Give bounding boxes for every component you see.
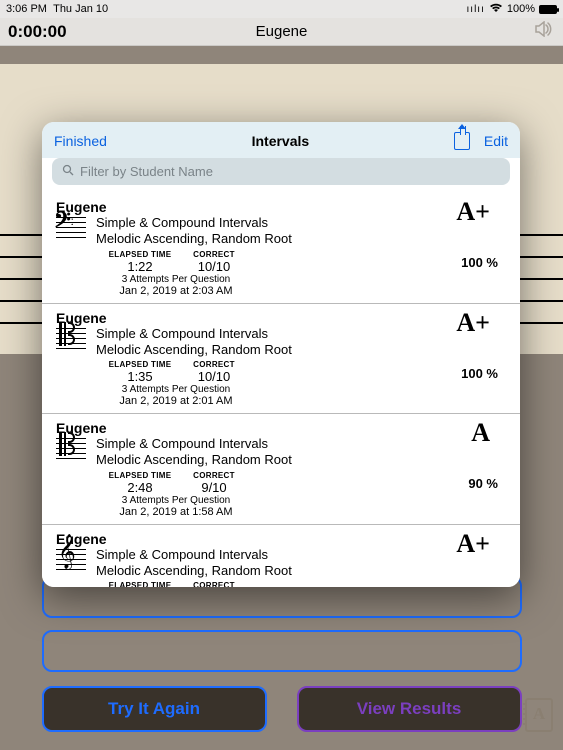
exercise-desc: Simple & Compound IntervalsMelodic Ascen…	[96, 215, 506, 248]
result-row[interactable]: EugeneASimple & Compound IntervalsMelodi…	[42, 414, 520, 525]
try-again-button[interactable]: Try It Again	[42, 686, 267, 732]
grade: A+	[456, 529, 490, 559]
percent: 100 %	[461, 587, 498, 588]
stats: ELAPSED TIMECORRECT1:2210/10	[96, 250, 506, 274]
status-date: Thu Jan 10	[53, 3, 108, 15]
search-icon	[62, 164, 74, 179]
share-icon[interactable]	[454, 132, 470, 150]
result-row[interactable]: EugeneA+Simple & Compound IntervalsMelod…	[42, 304, 520, 415]
percent: 90 %	[468, 476, 498, 491]
percent: 100 %	[461, 255, 498, 270]
attempts: 3 Attempts Per Question	[96, 495, 256, 506]
stats: ELAPSED TIMECORRECT	[96, 581, 506, 587]
result-row[interactable]: EugeneA+ 𝄞 Simple & Compound IntervalsMelo…	[42, 525, 520, 588]
battery-icon	[539, 5, 557, 14]
grade: A+	[456, 308, 490, 338]
bass-clef-icon: 𝄢	[56, 217, 86, 242]
session-timer: 0:00:00	[0, 22, 67, 42]
percent: 100 %	[461, 366, 498, 381]
student-name: Eugene	[56, 199, 506, 215]
sound-icon[interactable]	[535, 21, 563, 42]
treble-clef-icon: 𝄞	[56, 549, 86, 574]
status-bar: 3:06 PM Thu Jan 10 ıılıı 100%	[0, 0, 563, 18]
app-header: 0:00:00 Eugene	[0, 18, 563, 46]
date: Jan 2, 2019 at 2:03 AM	[96, 285, 256, 297]
cell-signal-icon: ıılıı	[467, 4, 485, 15]
results-list[interactable]: EugeneA+𝄢Simple & Compound IntervalsMelo…	[42, 193, 520, 587]
answer-slot-2[interactable]	[0, 630, 563, 672]
battery-pct: 100%	[507, 3, 535, 15]
grade: A+	[456, 197, 490, 227]
view-results-label: View Results	[357, 699, 462, 719]
student-name: Eugene	[56, 310, 506, 326]
status-time: 3:06 PM	[6, 3, 47, 15]
attempts: 3 Attempts Per Question	[96, 384, 256, 395]
wifi-icon	[489, 3, 503, 16]
filter-input[interactable]: Filter by Student Name	[52, 158, 510, 185]
result-row[interactable]: EugeneA+ 𝄢 Simple & Compound IntervalsMelo…	[42, 193, 520, 304]
edit-button[interactable]: Edit	[484, 133, 508, 149]
try-again-label: Try It Again	[108, 699, 200, 719]
date: Jan 2, 2019 at 1:58 AM	[96, 506, 256, 518]
student-name: Eugene	[56, 420, 506, 436]
alto-clef-icon	[56, 328, 86, 353]
stats: ELAPSED TIMECORRECT1:3510/10	[96, 360, 506, 384]
exercise-desc: Simple & Compound IntervalsMelodic Ascen…	[96, 436, 506, 469]
results-modal: Finished Intervals Edit Filter by Studen…	[42, 122, 520, 587]
stats: ELAPSED TIMECORRECT2:489/10	[96, 471, 506, 495]
attempts: 3 Attempts Per Question	[96, 274, 256, 285]
exercise-desc: Simple & Compound IntervalsMelodic Ascen…	[96, 326, 506, 359]
grade: A	[471, 418, 490, 448]
finished-button[interactable]: Finished	[54, 133, 107, 149]
modal-title: Intervals	[107, 133, 454, 149]
filter-placeholder: Filter by Student Name	[80, 164, 213, 179]
notebook-icon[interactable]: A	[525, 698, 553, 732]
view-results-button[interactable]: View Results	[297, 686, 522, 732]
app-title: Eugene	[0, 23, 563, 40]
date: Jan 2, 2019 at 2:01 AM	[96, 395, 256, 407]
alto-clef-icon	[56, 438, 86, 463]
student-name: Eugene	[56, 531, 506, 547]
exercise-desc: Simple & Compound IntervalsMelodic Ascen…	[96, 547, 506, 580]
